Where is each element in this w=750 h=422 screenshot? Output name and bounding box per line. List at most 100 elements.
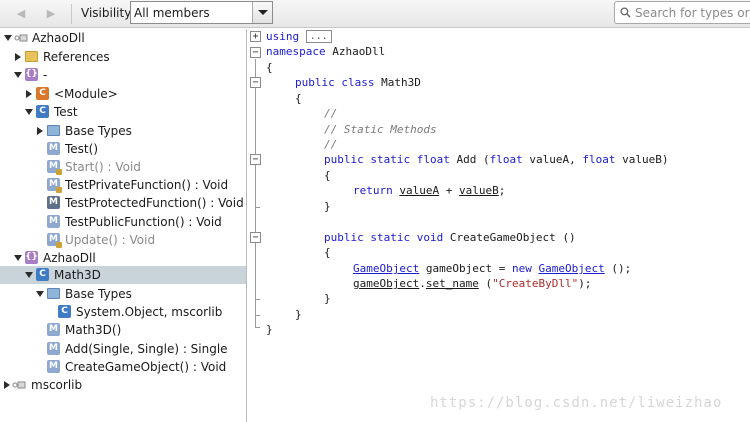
collapsed-region[interactable]: ... [305, 30, 332, 43]
private-method-icon: M [47, 160, 62, 175]
code-line-brace: } [266, 323, 273, 336]
tree-item-label: - [43, 68, 48, 82]
assembly-tree: AzhaoDll References {} - C <Module> C Te… [0, 29, 246, 422]
method-icon: M [47, 360, 60, 373]
tree-item-label: AzhaoDll [43, 251, 96, 265]
tree-item-mscorlib[interactable]: mscorlib [0, 376, 246, 394]
collapse-class-icon[interactable]: − [250, 77, 261, 88]
collapse-arrow-icon[interactable] [37, 127, 43, 135]
code-identifier: gameObject = [425, 262, 506, 275]
expand-arrow-icon[interactable] [4, 35, 12, 41]
code-punct: . [419, 277, 426, 290]
tree-item-label: TestPrivateFunction() : Void [65, 178, 229, 192]
code-identifier: AzhaoDll [332, 45, 386, 58]
expand-arrow-icon[interactable] [14, 255, 22, 261]
tree-item-test-protected-function[interactable]: M TestProtectedFunction() : Void [0, 194, 246, 212]
code-punct: ( [482, 153, 490, 166]
tree-item-label: Test [54, 105, 78, 119]
code-comment: // Static Methods [324, 123, 437, 136]
method-icon: M [47, 323, 60, 336]
tree-item-default-namespace[interactable]: {} - [0, 66, 246, 84]
folder-icon [25, 51, 38, 62]
collapse-arrow-icon[interactable] [4, 381, 10, 389]
code-punct: (); [611, 262, 632, 275]
tree-item-start[interactable]: M Start() : Void [0, 158, 246, 176]
collapse-namespace-icon[interactable]: − [250, 47, 261, 58]
code-line-comment: // Static Methods [324, 123, 437, 136]
tree-item-label: Start() : Void [65, 160, 141, 174]
code-keyword: public static float [324, 153, 450, 166]
tree-item-test-private-function[interactable]: M TestPrivateFunction() : Void [0, 176, 246, 194]
fold-guide [255, 299, 260, 300]
class-icon: C [36, 105, 49, 118]
back-button[interactable]: ◀ [10, 3, 32, 23]
tree-item-module[interactable]: C <Module> [0, 85, 246, 103]
expand-arrow-icon[interactable] [25, 272, 33, 278]
module-class-icon: C [36, 87, 49, 100]
tree-item-math3d-class[interactable]: C Math3D [0, 266, 246, 284]
back-arrow-icon: ◀ [16, 6, 26, 20]
search-input[interactable] [635, 4, 750, 21]
code-brace: } [324, 200, 331, 213]
search-box[interactable] [614, 1, 750, 24]
code-type-reference[interactable]: GameObject [353, 262, 419, 275]
protected-method-icon: M [47, 196, 60, 209]
method-icon: M [47, 215, 60, 228]
tree-item-references[interactable]: References [0, 48, 246, 66]
code-line-brace: } [324, 200, 331, 213]
code-brace: { [324, 246, 331, 259]
code-identifier: valueB) [622, 153, 669, 166]
tree-item-test-public-function[interactable]: M TestPublicFunction() : Void [0, 213, 246, 231]
code-reference[interactable]: gameObject [353, 277, 419, 290]
code-keyword: return [353, 184, 393, 197]
code-line-set-name: gameObject.set_name ("CreateByDll"); [353, 277, 591, 290]
tree-item-label: TestProtectedFunction() : Void [65, 196, 244, 210]
code-view[interactable]: + − − − − using ... namespace AzhaoDll {… [247, 29, 750, 422]
collapse-arrow-icon[interactable] [15, 53, 21, 61]
expand-arrow-icon[interactable] [36, 291, 44, 297]
visibility-dropdown[interactable]: All members [130, 1, 273, 24]
tree-item-test-base-types[interactable]: Base Types [0, 122, 246, 140]
expand-arrow-icon[interactable] [25, 109, 33, 115]
code-punct: ); [578, 277, 592, 290]
tree-item-azhaodll-namespace[interactable]: {} AzhaoDll [0, 249, 246, 267]
collapse-arrow-icon[interactable] [26, 90, 32, 98]
code-line-comment: // [324, 138, 337, 151]
code-line-add-signature: public static float Add (float valueA, f… [324, 153, 668, 166]
tree-item-math3d-ctor[interactable]: M Math3D() [0, 321, 246, 339]
code-type-reference[interactable]: GameObject [538, 262, 604, 275]
code-reference[interactable]: valueB [459, 184, 499, 197]
toolbar: ◀ ▶ Visibility All members [0, 0, 750, 28]
tree-item-azhaodll-assembly[interactable]: AzhaoDll [0, 29, 246, 47]
code-reference[interactable]: valueA [399, 184, 439, 197]
tree-item-test-class[interactable]: C Test [0, 103, 246, 121]
visibility-selected-value: All members [134, 6, 210, 20]
code-line-create-signature: public static void CreateGameObject () [324, 231, 576, 244]
tree-item-label: Math3D [54, 268, 101, 282]
code-identifier: Math3D [381, 76, 421, 89]
visibility-label: Visibility [81, 6, 132, 20]
code-identifier: valueA, [529, 153, 576, 166]
code-string: "CreateByDll" [492, 277, 579, 290]
expand-using-icon[interactable]: + [250, 31, 261, 42]
collapse-add-icon[interactable]: − [250, 154, 261, 165]
dropdown-arrow-icon[interactable] [252, 2, 272, 23]
forward-button[interactable]: ▶ [40, 3, 62, 23]
collapse-create-icon[interactable]: − [250, 232, 261, 243]
code-reference[interactable]: set_name [426, 277, 479, 290]
tree-item-test-ctor[interactable]: M Test() [0, 140, 246, 158]
code-line-brace: { [266, 61, 273, 74]
code-comment: // [324, 107, 338, 120]
namespace-icon: {} [25, 251, 38, 264]
tree-item-system-object[interactable]: C System.Object, mscorlib [0, 303, 246, 321]
code-keyword: public static void [324, 231, 444, 244]
expand-arrow-icon[interactable] [14, 72, 22, 78]
code-line-namespace: namespace AzhaoDll [266, 45, 385, 58]
code-line-new-gameobject: GameObject gameObject = new GameObject (… [353, 262, 631, 275]
base-types-folder-icon [47, 125, 60, 136]
tree-item-label: mscorlib [31, 378, 83, 392]
tree-item-update[interactable]: M Update() : Void [0, 231, 246, 249]
tree-item-math3d-base-types[interactable]: Base Types [0, 285, 246, 303]
tree-item-add[interactable]: M Add(Single, Single) : Single [0, 340, 246, 358]
tree-item-create-game-object[interactable]: M CreateGameObject() : Void [0, 358, 246, 376]
